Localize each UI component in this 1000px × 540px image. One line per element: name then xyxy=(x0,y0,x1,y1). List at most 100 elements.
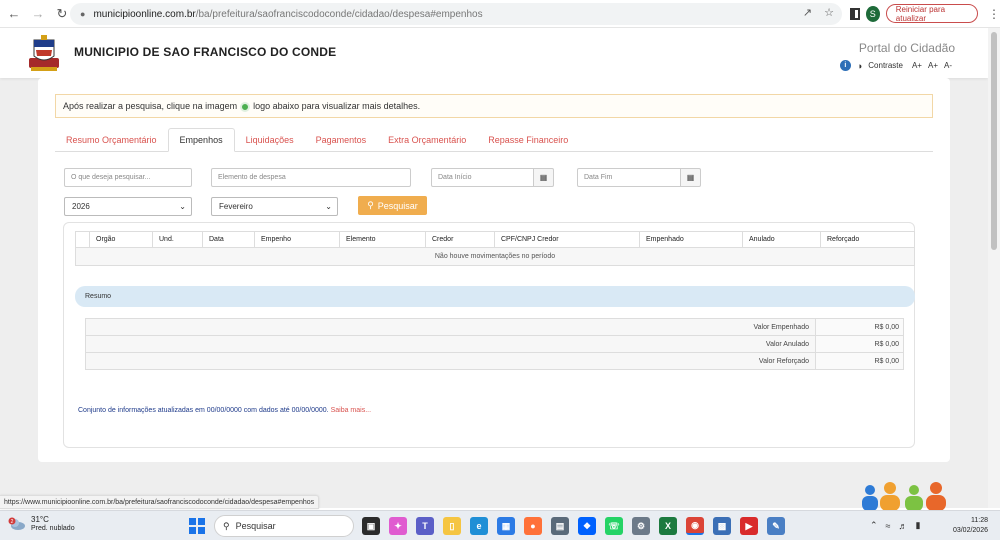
cloud-icon: 2 xyxy=(8,517,26,531)
info-icon[interactable]: i xyxy=(839,60,851,71)
taskbar-clock[interactable]: 11:28 03/02/2026 xyxy=(944,516,988,536)
element-input[interactable]: Elemento de despesa xyxy=(211,168,411,187)
tab-empenhos[interactable]: Empenhos xyxy=(167,128,235,152)
col-credor[interactable]: Credor xyxy=(425,231,495,248)
system-tray: ⌃ ≈ ♬ ▮ xyxy=(870,520,920,531)
contrast-icon[interactable]: ◑ xyxy=(857,61,862,71)
portal-title: Portal do Cidadão xyxy=(858,41,955,55)
side-panel-icon[interactable] xyxy=(850,7,860,20)
year-select[interactable]: 2026 ⌄ xyxy=(64,197,192,216)
footnote-text: Conjunto de informações atualizadas em 0… xyxy=(78,407,329,414)
taskbar-apps: ▣ ✦ T ▯ e ▦ ● ▤ ❖ ☏ ⚙ X ◉ ▩ ▶ ✎ xyxy=(362,517,785,535)
col-cpf-cnpj[interactable]: CPF/CNPJ Credor xyxy=(494,231,640,248)
font-decrease-button[interactable]: A- xyxy=(944,61,952,70)
tab-repasse-financeiro[interactable]: Repasse Financeiro xyxy=(477,128,579,152)
col-orgao[interactable]: Orgão xyxy=(89,231,153,248)
tab-extra-orcamentario[interactable]: Extra Orçamentário xyxy=(377,128,477,152)
col-data[interactable]: Data xyxy=(202,231,255,248)
date-start-input[interactable]: Data Início xyxy=(431,168,534,187)
empty-message: Não houve movimentações no período xyxy=(75,247,915,266)
reload-icon[interactable]: ↻ xyxy=(52,4,72,24)
col-reforcado[interactable]: Reforçado xyxy=(820,231,915,248)
teams-icon[interactable]: T xyxy=(416,517,434,535)
summary-label: Valor Empenhado xyxy=(85,318,816,336)
col-elemento[interactable]: Elemento xyxy=(339,231,426,248)
table-row: Não houve movimentações no período xyxy=(75,247,915,266)
tab-resumo-orcamentario[interactable]: Resumo Orçamentário xyxy=(55,128,168,152)
volume-icon[interactable]: ♬ xyxy=(899,521,908,531)
font-increase-button[interactable]: A+ xyxy=(912,61,922,70)
paint-icon[interactable]: ✎ xyxy=(767,517,785,535)
battery-icon[interactable]: ▮ xyxy=(916,520,921,531)
update-footnote: Conjunto de informações atualizadas em 0… xyxy=(78,407,371,414)
address-bar[interactable]: ● municipioonline.com.br/ba/prefeitura/s… xyxy=(70,3,842,25)
windows-start-icon[interactable] xyxy=(189,518,205,534)
taskbar-search[interactable]: ⚲ Pesquisar xyxy=(214,515,354,537)
content-card: Após realizar a pesquisa, clique na imag… xyxy=(38,78,950,462)
forward-icon[interactable]: → xyxy=(28,4,48,24)
dropbox-icon[interactable]: ❖ xyxy=(578,517,596,535)
search-input[interactable]: O que deseja pesquisar... xyxy=(64,168,192,187)
scrollbar-thumb[interactable] xyxy=(991,32,997,250)
chrome-icon[interactable]: ◉ xyxy=(686,517,704,535)
restart-update-button[interactable]: Reiniciar para atualizar xyxy=(885,4,978,23)
results-panel: Orgão Und. Data Empenho Elemento Credor … xyxy=(63,222,915,448)
chevron-down-icon: ⌄ xyxy=(179,202,186,211)
tab-liquidacoes[interactable]: Liquidações xyxy=(235,128,305,152)
people-mascot-icon[interactable] xyxy=(858,481,950,511)
weather-desc: Pred. nublado xyxy=(31,525,75,532)
learn-more-link[interactable]: Saiba mais... xyxy=(331,407,371,414)
summary-value: R$ 0,00 xyxy=(815,352,904,370)
date-end-field: Data Fim ▦ xyxy=(577,168,701,187)
municipality-title: MUNICIPIO DE SAO FRANCISCO DO CONDE xyxy=(74,45,337,59)
browser-toolbar: ← → ↻ ● municipioonline.com.br/ba/prefei… xyxy=(0,0,1000,28)
bookmark-star-icon[interactable]: ☆ xyxy=(824,6,834,19)
whatsapp-icon[interactable]: ☏ xyxy=(605,517,623,535)
col-empenhado[interactable]: Empenhado xyxy=(639,231,743,248)
search-button[interactable]: ⚲ Pesquisar xyxy=(358,196,427,215)
summary-table: Valor Empenhado R$ 0,00 Valor Anulado R$… xyxy=(85,318,904,370)
svg-text:2: 2 xyxy=(11,519,14,525)
copilot-icon[interactable]: ✦ xyxy=(389,517,407,535)
site-info-icon[interactable]: ● xyxy=(80,9,85,19)
month-value: Fevereiro xyxy=(219,202,253,211)
edge-icon[interactable]: e xyxy=(470,517,488,535)
contrast-toggle[interactable]: Contraste xyxy=(868,61,903,70)
tab-pagamentos[interactable]: Pagamentos xyxy=(305,128,378,152)
year-value: 2026 xyxy=(72,202,90,211)
wifi-icon[interactable]: ≈ xyxy=(886,521,891,531)
task-view-icon[interactable]: ▣ xyxy=(362,517,380,535)
file-explorer-icon[interactable]: ▯ xyxy=(443,517,461,535)
share-icon[interactable]: ↗ xyxy=(803,6,812,19)
calendar-icon[interactable]: ▦ xyxy=(681,168,701,187)
clock-date: 03/02/2026 xyxy=(952,527,988,534)
firefox-icon[interactable]: ● xyxy=(524,517,542,535)
web-page: MUNICIPIO DE SAO FRANCISCO DO CONDE Port… xyxy=(0,28,988,508)
summary-label: Valor Reforçado xyxy=(85,352,816,370)
col-anulado[interactable]: Anulado xyxy=(742,231,821,248)
date-end-input[interactable]: Data Fim xyxy=(577,168,681,187)
chevron-up-icon[interactable]: ⌃ xyxy=(870,520,878,531)
table-header-spacer xyxy=(75,231,90,248)
col-und[interactable]: Und. xyxy=(152,231,203,248)
excel-icon[interactable]: X xyxy=(659,517,677,535)
weather-widget[interactable]: 2 31°C Pred. nublado xyxy=(8,515,75,533)
page-scrollbar[interactable] xyxy=(988,28,1000,508)
store-icon[interactable]: ▦ xyxy=(497,517,515,535)
resumo-header[interactable]: Resumo xyxy=(75,286,915,307)
settings-gear-icon[interactable]: ⚙ xyxy=(632,517,650,535)
profile-avatar[interactable]: S xyxy=(865,5,880,22)
video-app-icon[interactable]: ▶ xyxy=(740,517,758,535)
app-icon[interactable]: ▤ xyxy=(551,517,569,535)
back-icon[interactable]: ← xyxy=(4,4,24,24)
search-icon: ⚲ xyxy=(367,200,374,210)
table-header-row: Orgão Und. Data Empenho Elemento Credor … xyxy=(75,231,915,248)
font-increase-button-2[interactable]: A+ xyxy=(928,61,938,70)
windows-taskbar: 2 31°C Pred. nublado ⚲ Pesquisar ▣ ✦ T ▯… xyxy=(0,510,1000,540)
calendar-icon[interactable]: ▦ xyxy=(534,168,554,187)
summary-row: Valor Empenhado R$ 0,00 xyxy=(85,318,904,336)
month-select[interactable]: Fevereiro ⌄ xyxy=(211,197,338,216)
remote-desktop-icon[interactable]: ▩ xyxy=(713,517,731,535)
browser-menu-icon[interactable]: ⋮ xyxy=(988,7,1000,21)
col-empenho[interactable]: Empenho xyxy=(254,231,340,248)
